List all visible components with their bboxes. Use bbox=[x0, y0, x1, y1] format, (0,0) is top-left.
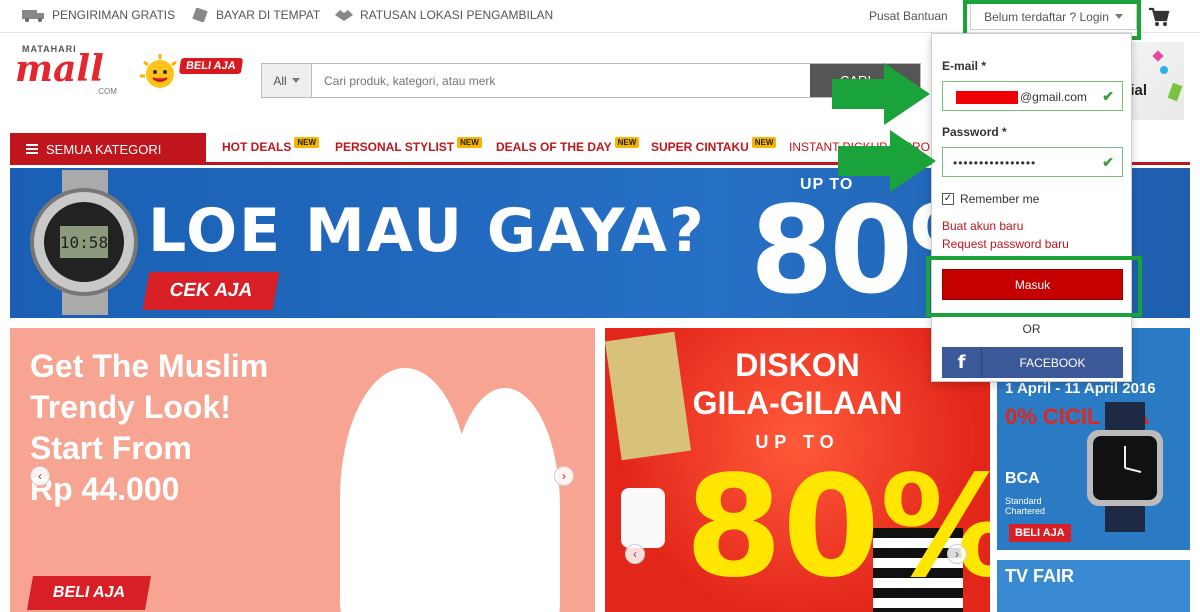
nav-item-deals-of-the-day[interactable]: DEALS OF THE DAY NEW bbox=[496, 137, 640, 154]
muslim-fashion-banner[interactable]: Get The Muslim Trendy Look! Start From R… bbox=[10, 328, 595, 612]
facebook-label: FACEBOOK bbox=[1019, 355, 1086, 370]
create-account-link[interactable]: Buat akun baru bbox=[942, 219, 1023, 233]
redacted-email-mark bbox=[956, 91, 1018, 104]
login-dropdown: E-mail * @gmail.com ✔ Password * •••••••… bbox=[931, 33, 1132, 382]
request-password-link[interactable]: Request password baru bbox=[942, 237, 1069, 251]
check-icon: ✔ bbox=[1102, 88, 1114, 104]
model-figure-right bbox=[450, 388, 560, 612]
or-divider: OR bbox=[1022, 322, 1041, 336]
email-label: E-mail * bbox=[942, 59, 987, 73]
cash-icon bbox=[192, 8, 208, 22]
annotation-arrow-email-icon bbox=[832, 63, 930, 125]
tv-fair-title: TV FAIR bbox=[1005, 566, 1075, 586]
diskon-line-2: GILA-GILAAN bbox=[692, 385, 903, 421]
cart-icon[interactable] bbox=[1148, 6, 1170, 28]
tv-fair-banner[interactable]: TV FAIR bbox=[997, 560, 1190, 612]
cod-info: BAYAR DI TEMPAT bbox=[192, 8, 320, 22]
remember-me-label: Remember me bbox=[960, 192, 1040, 206]
carousel-next-icon[interactable]: › bbox=[947, 544, 967, 564]
help-center-link[interactable]: Pusat Bantuan bbox=[869, 9, 948, 23]
search-category-value: All bbox=[273, 73, 287, 88]
nav-item-hot-deals[interactable]: HOT DEALS NEW bbox=[222, 137, 320, 154]
nav-item-personal-stylist[interactable]: PERSONAL STYLIST NEW bbox=[335, 137, 482, 154]
muslim-line-2: Trendy Look! bbox=[30, 389, 231, 425]
check-icon: ✔ bbox=[1102, 154, 1114, 170]
logo-beli-aja-badge: BELI AJA bbox=[178, 58, 243, 74]
new-badge: NEW bbox=[294, 137, 320, 148]
email-value-suffix: @gmail.com bbox=[1020, 90, 1087, 104]
carousel-prev-icon[interactable]: ‹ bbox=[30, 466, 50, 486]
smartwatch-image bbox=[1087, 402, 1163, 532]
truck-icon bbox=[22, 10, 44, 22]
camera-image bbox=[621, 488, 665, 548]
search-bar: All CARI bbox=[261, 63, 921, 98]
all-categories-button[interactable]: SEMUA KATEGORI bbox=[10, 133, 206, 165]
asus-beli-aja-button[interactable]: BELI AJA bbox=[1009, 524, 1071, 542]
hero-cta-button[interactable]: CEK AJA bbox=[142, 272, 280, 310]
nav-item-label: DEALS OF THE DAY bbox=[496, 140, 612, 154]
muslim-beli-aja-button[interactable]: BELI AJA bbox=[27, 576, 151, 610]
muslim-line-4: Rp 44.000 bbox=[30, 471, 180, 507]
pickup-label: RATUSAN LOKASI PENGAMBILAN bbox=[360, 8, 554, 22]
diskon-percent: 80% bbox=[685, 446, 990, 609]
remember-me-checkbox[interactable]: ✓ bbox=[942, 193, 954, 205]
logo-wordmark: mall bbox=[15, 48, 104, 90]
email-field[interactable]: @gmail.com ✔ bbox=[942, 81, 1123, 111]
svg-text:10:58: 10:58 bbox=[60, 233, 108, 252]
asus-bank: BCA bbox=[1005, 470, 1040, 487]
all-categories-label: SEMUA KATEGORI bbox=[46, 141, 162, 157]
handshake-icon bbox=[335, 10, 353, 21]
asus-date: 1 April - 11 April 2016 bbox=[1005, 380, 1156, 397]
password-field[interactable]: •••••••••••••••• ✔ bbox=[942, 147, 1123, 177]
carousel-next-icon[interactable]: › bbox=[554, 466, 574, 486]
annotation-arrow-password-icon bbox=[838, 130, 936, 192]
free-shipping-label: PENGIRIMAN GRATIS bbox=[52, 8, 176, 22]
facebook-login-button[interactable]: f FACEBOOK bbox=[942, 347, 1123, 378]
cod-label: BAYAR DI TEMPAT bbox=[216, 8, 321, 22]
remember-me-row[interactable]: ✓ Remember me bbox=[942, 192, 1039, 206]
nav-item-label: SUPER CINTAKU bbox=[651, 140, 749, 154]
hero-title: LOE MAU GAYA? bbox=[148, 196, 706, 266]
logo-domain-text: .COM bbox=[96, 87, 117, 96]
watch-product-image: 10:58 bbox=[30, 170, 138, 315]
password-label: Password * bbox=[942, 125, 1007, 139]
password-value: •••••••••••••••• bbox=[953, 156, 1037, 170]
new-badge: NEW bbox=[614, 137, 640, 148]
menu-icon bbox=[26, 144, 38, 154]
site-logo[interactable]: mall bbox=[15, 48, 104, 90]
search-input[interactable] bbox=[314, 64, 809, 97]
pickup-info: RATUSAN LOKASI PENGAMBILAN bbox=[334, 8, 553, 22]
sun-mascot-icon bbox=[140, 54, 177, 88]
search-category-select[interactable]: All bbox=[262, 64, 312, 97]
new-badge: NEW bbox=[751, 137, 777, 148]
nav-item-label: PERSONAL STYLIST bbox=[335, 140, 455, 154]
muslim-line-1: Get The Muslim bbox=[30, 348, 269, 384]
new-badge: NEW bbox=[457, 137, 482, 148]
carousel-prev-icon[interactable]: ‹ bbox=[625, 544, 645, 564]
free-shipping-info: PENGIRIMAN GRATIS bbox=[22, 8, 175, 22]
muslim-line-3: Start From bbox=[30, 430, 192, 466]
muslim-banner-text: Get The Muslim Trendy Look! Start From R… bbox=[30, 346, 330, 510]
nav-item-label: HOT DEALS bbox=[222, 140, 292, 154]
asus-bank-2: Standard Chartered bbox=[1005, 496, 1046, 516]
facebook-icon: f bbox=[942, 347, 982, 378]
nav-item-super-cintaku[interactable]: SUPER CINTAKU NEW bbox=[651, 137, 777, 154]
chevron-down-icon bbox=[291, 78, 300, 83]
submit-highlight-box bbox=[926, 256, 1142, 317]
